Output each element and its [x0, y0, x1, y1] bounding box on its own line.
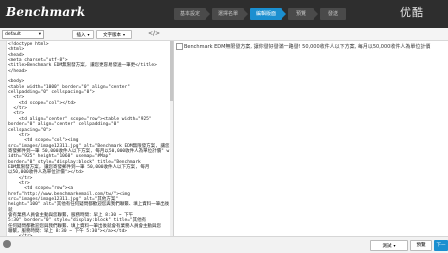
- text-version-label: 文字版本: [102, 33, 121, 38]
- step-basic-settings[interactable]: 基本設定: [174, 8, 210, 20]
- step-preview[interactable]: 預覽: [288, 8, 318, 20]
- chevron-down-icon: ▾: [393, 243, 396, 248]
- next-button[interactable]: 下一: [434, 240, 448, 251]
- benchmark-logo[interactable]: Benchmark: [6, 5, 85, 19]
- bottom-action-bar: 測試 ▾ 預覽 下一: [0, 236, 448, 253]
- code-icon[interactable]: </>: [148, 31, 160, 37]
- code-text[interactable]: <!doctype html> <html> <head> <meta char…: [8, 42, 170, 236]
- step-select-list[interactable]: 選擇名單: [212, 8, 248, 20]
- editor-scrollbar-thumb[interactable]: [170, 41, 173, 101]
- text-version-button[interactable]: 文字版本 ▾: [96, 30, 132, 39]
- insert-label: 插入: [76, 33, 86, 38]
- template-select-value: default: [5, 32, 21, 37]
- editor-gutter: [0, 41, 7, 236]
- preview-image-alt: Benchmark EDM無限發方案, 讓你發好發滿一路發! 50,000收件人…: [176, 43, 430, 50]
- broken-image-icon: [176, 43, 183, 50]
- chevron-down-icon: ▾: [122, 32, 125, 37]
- chevron-down-icon: ▾: [38, 32, 41, 37]
- chevron-down-icon: ▾: [87, 32, 90, 37]
- test-button[interactable]: 測試 ▾: [370, 240, 408, 251]
- test-label: 測試: [382, 244, 392, 249]
- step-progress: 基本設定 選擇名單 編輯版面 預覽 發送: [174, 8, 352, 20]
- video-watermark: 优酷: [400, 6, 424, 19]
- template-select[interactable]: default ▾: [2, 30, 44, 39]
- top-navigation-bar: Benchmark 基本設定 選擇名單 編輯版面 預覽 發送 优酷: [0, 0, 448, 28]
- step-send[interactable]: 發送: [320, 8, 346, 20]
- html-code-editor[interactable]: <!doctype html> <html> <head> <meta char…: [0, 41, 174, 236]
- help-icon[interactable]: [3, 240, 11, 248]
- email-preview-pane: Benchmark EDM無限發方案, 讓你發好發滿一路發! 50,000收件人…: [174, 41, 448, 236]
- insert-button[interactable]: 插入 ▾: [72, 30, 94, 39]
- step-edit-layout[interactable]: 編輯版面: [250, 8, 286, 20]
- preview-alt-text: Benchmark EDM無限發方案, 讓你發好發滿一路發! 50,000收件人…: [184, 44, 431, 50]
- preview-button[interactable]: 預覽: [410, 240, 432, 251]
- editor-toolbar: default ▾ 插入 ▾ 文字版本 ▾ </>: [0, 28, 448, 41]
